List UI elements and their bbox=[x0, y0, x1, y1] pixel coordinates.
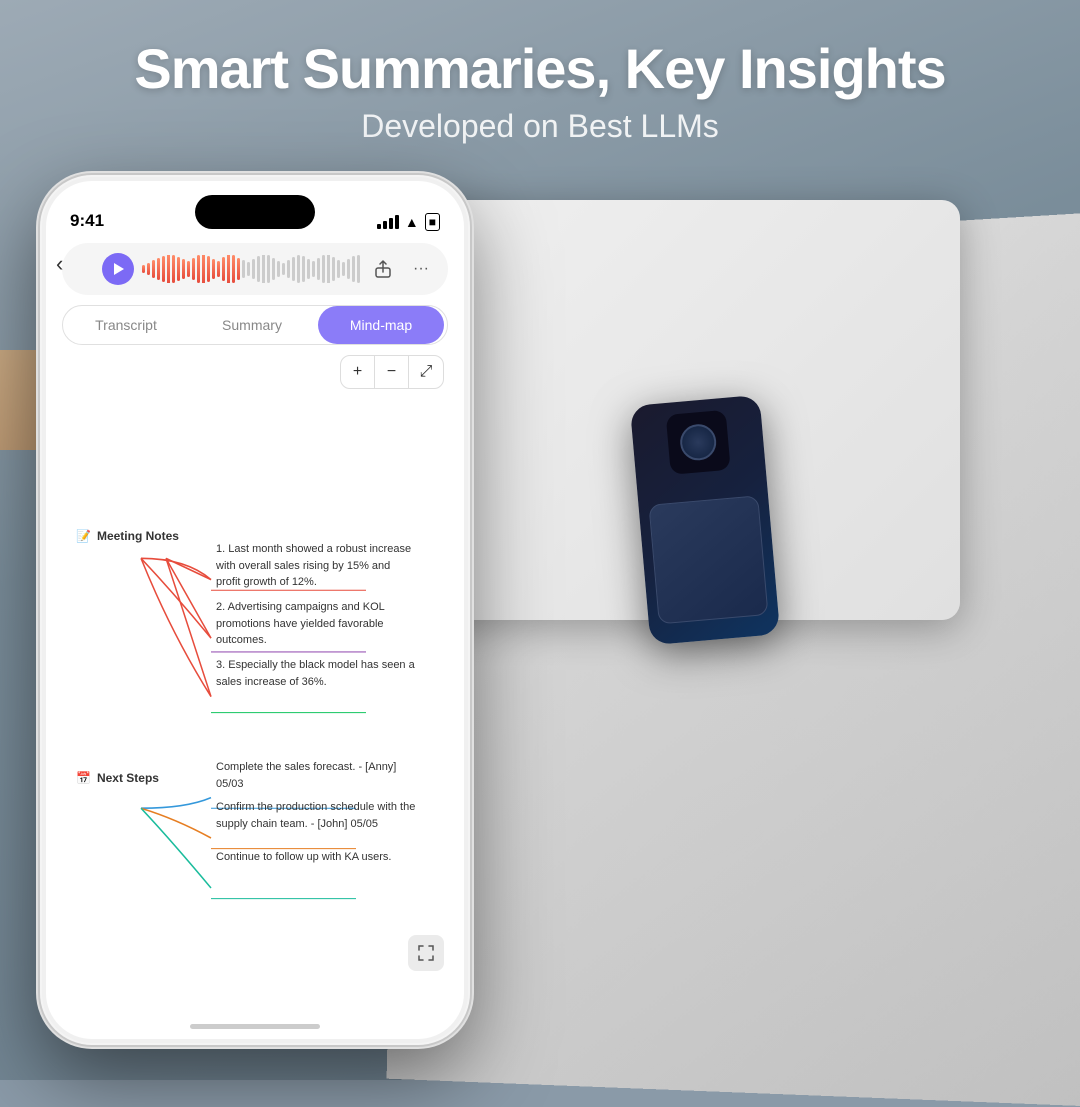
camera-module bbox=[666, 410, 731, 475]
header-area: Smart Summaries, Key Insights Developed … bbox=[0, 38, 1080, 145]
wallet-case bbox=[648, 495, 768, 624]
status-time: 9:41 bbox=[70, 211, 104, 231]
phone-mockup: 9:41 ▲ ■ ‹ bbox=[40, 175, 470, 1045]
fullscreen-button[interactable] bbox=[408, 935, 444, 971]
meeting-notes-icon: 📝 bbox=[76, 529, 91, 543]
second-phone bbox=[630, 395, 780, 645]
subtitle: Developed on Best LLMs bbox=[0, 108, 1080, 145]
battery-icon: ■ bbox=[425, 213, 440, 231]
audio-player: ··· bbox=[62, 243, 448, 295]
meeting-notes-label: Meeting Notes bbox=[97, 529, 179, 543]
play-icon bbox=[114, 263, 124, 275]
meeting-notes-node: 📝 Meeting Notes bbox=[76, 529, 179, 543]
more-button[interactable]: ··· bbox=[406, 254, 436, 284]
meeting-item-1: 1. Last month showed a robust increase w… bbox=[216, 541, 416, 591]
home-indicator bbox=[190, 1024, 320, 1029]
next-steps-node: 📅 Next Steps bbox=[76, 771, 159, 785]
next-steps-icon: 📅 bbox=[76, 771, 91, 785]
nextstep-item-3: Continue to follow up with KA users. bbox=[216, 849, 416, 866]
zoom-controls: + − ⤢ bbox=[340, 355, 444, 389]
tab-bar: Transcript Summary Mind-map bbox=[62, 305, 448, 345]
mindmap-area: 📝 Meeting Notes 1. Last month showed a r… bbox=[46, 351, 464, 989]
meeting-item-3: 3. Especially the black model has seen a… bbox=[216, 657, 416, 690]
share-button[interactable] bbox=[368, 254, 398, 284]
zoom-out-button[interactable]: − bbox=[375, 356, 409, 388]
tab-transcript[interactable]: Transcript bbox=[63, 306, 189, 344]
zoom-fit-button[interactable]: ⤢ bbox=[409, 356, 443, 388]
bar1 bbox=[377, 224, 381, 229]
zoom-in-button[interactable]: + bbox=[341, 356, 375, 388]
phone-screen: 9:41 ▲ ■ ‹ bbox=[46, 181, 464, 1039]
nextstep-item-1: Complete the sales forecast. - [Anny] 05… bbox=[216, 759, 416, 792]
main-title: Smart Summaries, Key Insights bbox=[0, 38, 1080, 100]
bar3 bbox=[389, 218, 393, 229]
bar2 bbox=[383, 221, 387, 229]
signal-bars-icon bbox=[377, 215, 399, 229]
tab-summary[interactable]: Summary bbox=[189, 306, 315, 344]
back-button[interactable]: ‹ bbox=[56, 251, 63, 277]
nextstep-item-2: Confirm the production schedule with the… bbox=[216, 799, 416, 832]
bar4 bbox=[395, 215, 399, 229]
meeting-item-2: 2. Advertising campaigns and KOL promoti… bbox=[216, 599, 416, 649]
status-icons: ▲ ■ bbox=[377, 213, 440, 231]
tab-mindmap[interactable]: Mind-map bbox=[318, 306, 444, 344]
play-button[interactable] bbox=[102, 253, 134, 285]
waveform bbox=[142, 255, 360, 283]
camera-lens bbox=[679, 423, 718, 462]
wifi-icon: ▲ bbox=[405, 214, 419, 230]
dynamic-island bbox=[195, 195, 315, 229]
next-steps-label: Next Steps bbox=[97, 771, 159, 785]
